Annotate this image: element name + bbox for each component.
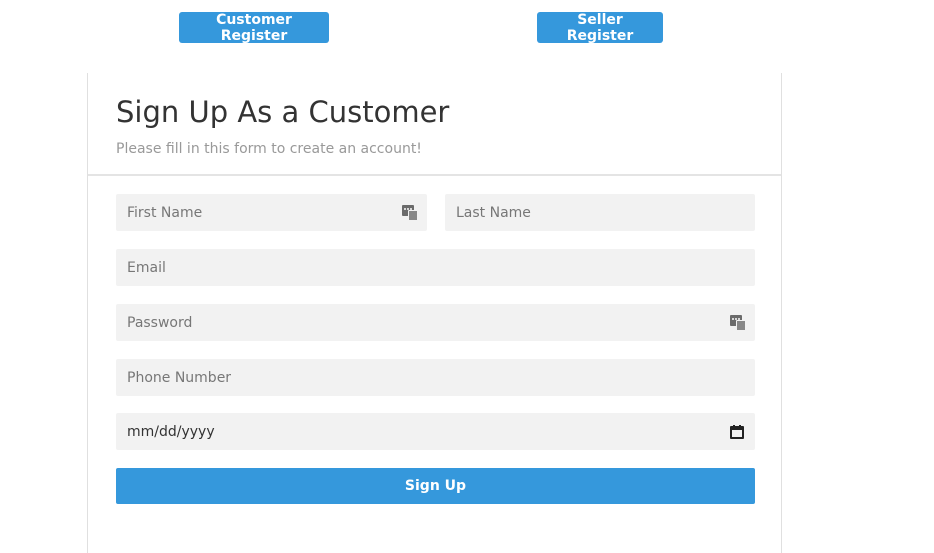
- password-placeholder: Password: [127, 314, 193, 331]
- date-placeholder: mm/dd/yyyy: [127, 423, 215, 440]
- date-of-birth-field[interactable]: mm/dd/yyyy: [116, 413, 755, 450]
- header-divider: [88, 174, 781, 176]
- page-subtitle: Please fill in this form to create an ac…: [116, 141, 422, 157]
- signup-card: Sign Up As a Customer Please fill in thi…: [87, 73, 782, 553]
- first-name-field[interactable]: First Name: [116, 194, 427, 231]
- password-manager-key-icon[interactable]: [402, 205, 418, 221]
- password-manager-key-icon[interactable]: [730, 315, 746, 331]
- email-field[interactable]: Email: [116, 249, 755, 286]
- calendar-icon[interactable]: [730, 424, 744, 439]
- password-field[interactable]: Password: [116, 304, 755, 341]
- phone-number-placeholder: Phone Number: [127, 369, 232, 386]
- phone-number-field[interactable]: Phone Number: [116, 359, 755, 396]
- email-placeholder: Email: [127, 259, 166, 276]
- sign-up-button[interactable]: Sign Up: [116, 468, 755, 504]
- first-name-placeholder: First Name: [127, 204, 203, 221]
- page-title: Sign Up As a Customer: [116, 95, 450, 129]
- customer-register-button[interactable]: Customer Register: [179, 12, 329, 44]
- seller-register-button[interactable]: Seller Register: [537, 12, 663, 44]
- last-name-placeholder: Last Name: [456, 204, 531, 221]
- last-name-field[interactable]: Last Name: [445, 194, 755, 231]
